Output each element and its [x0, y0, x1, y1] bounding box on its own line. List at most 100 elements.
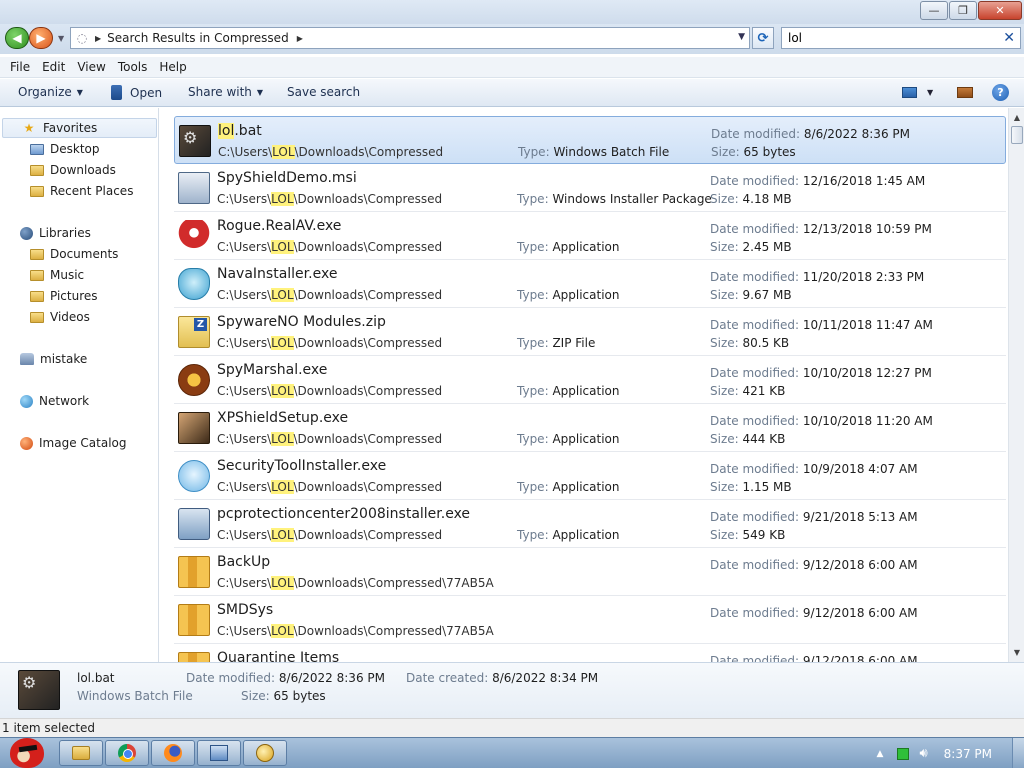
folder-row[interactable]: Quarantine Items Date modified: 9/12/201…	[174, 644, 1006, 662]
preview-pane-icon[interactable]	[957, 87, 973, 98]
file-type: Type: Application	[517, 480, 620, 494]
shield-icon	[178, 268, 210, 300]
file-size: Size: 2.45 MB	[710, 240, 792, 254]
nav-favorites[interactable]: ★ Favorites	[2, 118, 157, 138]
address-history-dropdown[interactable]: ▼	[738, 32, 745, 42]
file-row[interactable]: SpyMarshal.exe C:\Users\LOL\Downloads\Co…	[174, 356, 1006, 404]
nav-user-label: mistake	[40, 352, 88, 366]
search-input[interactable]	[788, 31, 988, 45]
nav-recent-places[interactable]: Recent Places	[30, 181, 133, 201]
start-button[interactable]	[2, 732, 50, 768]
file-path: C:\Users\LOL\Downloads\Compressed	[217, 288, 443, 302]
change-view-icon[interactable]	[902, 87, 917, 98]
help-icon[interactable]: ?	[992, 84, 1009, 101]
menu-view[interactable]: View	[71, 60, 111, 74]
nav-network[interactable]: Network	[20, 391, 89, 411]
file-type: Type: Application	[517, 528, 620, 542]
clock[interactable]: 8:37 PM	[944, 747, 992, 761]
file-row[interactable]: SecurityToolInstaller.exe C:\Users\LOL\D…	[174, 452, 1006, 500]
folder-icon	[72, 746, 90, 760]
close-button[interactable]: ✕	[978, 1, 1022, 20]
file-path: C:\Users\LOL\Downloads\Compressed	[217, 480, 443, 494]
folder-row[interactable]: SMDSys C:\Users\LOL\Downloads\Compressed…	[174, 596, 1006, 644]
taskbar-firefox[interactable]	[151, 740, 195, 766]
minimize-button[interactable]: —	[920, 1, 948, 20]
file-size: Size: 444 KB	[710, 432, 786, 446]
file-row[interactable]: lol.bat C:\Users\LOL\Downloads\Compresse…	[174, 116, 1006, 164]
nav-image-catalog[interactable]: Image Catalog	[20, 433, 126, 453]
menu-file[interactable]: File	[4, 60, 36, 74]
network-status-icon[interactable]	[897, 747, 910, 760]
share-with-button[interactable]: Share with ▼	[188, 85, 263, 99]
folder-name: BackUp	[217, 554, 271, 570]
file-date-modified: Date modified: 9/21/2018 5:13 AM	[710, 510, 918, 524]
folder-row[interactable]: BackUp C:\Users\LOL\Downloads\Compressed…	[174, 548, 1006, 596]
details-date-modified: Date modified: 8/6/2022 8:36 PM	[186, 671, 385, 685]
nav-libraries[interactable]: Libraries	[20, 223, 91, 243]
breadcrumb-search-results[interactable]: Search Results in Compressed	[107, 31, 289, 45]
back-arrow-icon: ◀	[12, 31, 22, 45]
title-bar: — ❐ ✕	[0, 0, 1024, 24]
forward-button[interactable]: ▶	[29, 27, 53, 49]
window-icon	[210, 745, 228, 761]
nav-videos-label: Videos	[50, 310, 90, 324]
file-row[interactable]: SpywareNO Modules.zip C:\Users\LOL\Downl…	[174, 308, 1006, 356]
breadcrumb-chevron-icon[interactable]: ▶	[95, 34, 101, 43]
view-options-dropdown[interactable]: ▼	[927, 88, 933, 97]
back-button[interactable]: ◀	[5, 27, 29, 49]
scroll-down-icon[interactable]: ▼	[1010, 645, 1024, 660]
file-path: C:\Users\LOL\Downloads\Compressed	[217, 336, 443, 350]
nav-videos[interactable]: Videos	[30, 307, 90, 327]
nav-documents[interactable]: Documents	[30, 244, 118, 264]
scroll-thumb[interactable]	[1011, 126, 1023, 144]
star-icon: ★	[23, 121, 35, 135]
file-row[interactable]: pcprotectioncenter2008installer.exe C:\U…	[174, 500, 1006, 548]
folder-date-modified: Date modified: 9/12/2018 6:00 AM	[710, 558, 918, 572]
folder-date-modified: Date modified: 9/12/2018 6:00 AM	[710, 606, 918, 620]
breadcrumb-chevron-icon[interactable]: ▶	[297, 34, 303, 43]
open-button[interactable]: Open	[111, 85, 162, 100]
nav-pictures[interactable]: Pictures	[30, 286, 98, 306]
clear-search-icon[interactable]: ✕	[1003, 30, 1015, 46]
nav-network-label: Network	[39, 394, 90, 408]
nav-music[interactable]: Music	[30, 265, 84, 285]
recent-pages-dropdown[interactable]: ▼	[58, 34, 64, 43]
menu-edit[interactable]: Edit	[36, 60, 71, 74]
maximize-button[interactable]: ❐	[949, 1, 977, 20]
music-icon	[30, 269, 44, 281]
scroll-up-icon[interactable]: ▲	[1010, 110, 1024, 125]
folder-icon	[178, 652, 210, 662]
volume-icon[interactable]: 🔊︎	[919, 746, 927, 761]
file-row[interactable]: Rogue.RealAV.exe C:\Users\LOL\Downloads\…	[174, 212, 1006, 260]
show-hidden-icons-icon[interactable]: ▲	[877, 749, 884, 759]
search-box[interactable]: ✕	[781, 27, 1021, 49]
nav-downloads[interactable]: Downloads	[30, 160, 116, 180]
nav-desktop[interactable]: Desktop	[30, 139, 100, 159]
folder-path: C:\Users\LOL\Downloads\Compressed\77AB5A	[217, 624, 494, 638]
search-results-icon: ◌	[76, 31, 88, 45]
refresh-button[interactable]: ⟳	[752, 27, 774, 49]
save-search-button[interactable]: Save search	[287, 85, 360, 99]
menu-help[interactable]: Help	[153, 60, 192, 74]
details-file-name: lol.bat	[77, 671, 115, 685]
file-row[interactable]: SpyShieldDemo.msi C:\Users\LOL\Downloads…	[174, 164, 1006, 212]
taskbar-window[interactable]	[197, 740, 241, 766]
file-date-modified: Date modified: 10/10/2018 12:27 PM	[710, 366, 932, 380]
file-row[interactable]: NavaInstaller.exe C:\Users\LOL\Downloads…	[174, 260, 1006, 308]
nav-libraries-label: Libraries	[39, 226, 91, 240]
show-desktop-button[interactable]	[1012, 738, 1024, 768]
folder-name: Quarantine Items	[217, 650, 340, 662]
file-name: SpywareNO Modules.zip	[217, 314, 386, 330]
taskbar-app[interactable]	[243, 740, 287, 766]
file-size: Size: 80.5 KB	[710, 336, 790, 350]
taskbar-explorer[interactable]	[59, 740, 103, 766]
address-bar[interactable]: ◌ ▶ Search Results in Compressed ▶ ▼	[70, 27, 750, 49]
security-shield-icon	[178, 460, 210, 492]
taskbar-chrome[interactable]	[105, 740, 149, 766]
results-scrollbar[interactable]: ▲ ▼	[1008, 108, 1024, 662]
menu-tools[interactable]: Tools	[112, 60, 154, 74]
file-row[interactable]: XPShieldSetup.exe C:\Users\LOL\Downloads…	[174, 404, 1006, 452]
nav-user-folder[interactable]: mistake	[20, 349, 87, 369]
organize-button[interactable]: Organize ▼	[18, 85, 83, 99]
recent-places-icon	[30, 185, 44, 197]
